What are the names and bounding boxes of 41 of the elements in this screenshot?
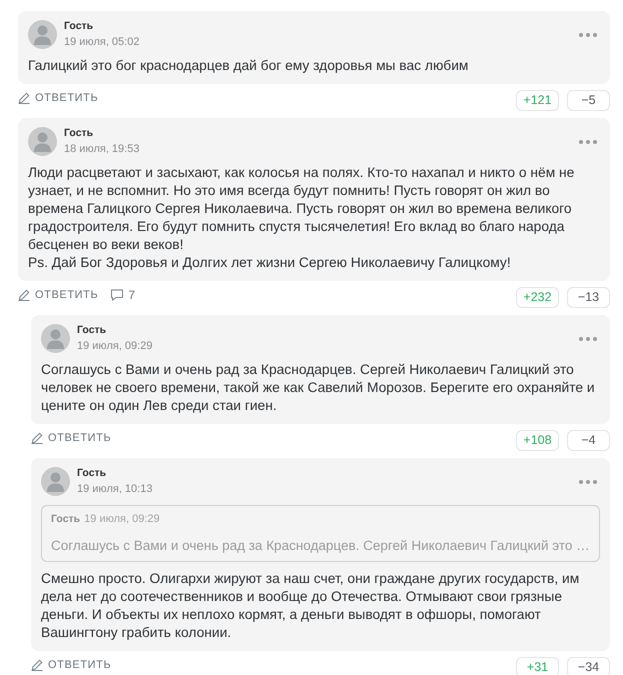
avatar-icon	[28, 127, 57, 156]
more-options-icon[interactable]	[579, 140, 597, 144]
avatar-icon	[28, 20, 57, 49]
more-options-icon[interactable]	[579, 480, 597, 484]
pencil-icon	[18, 92, 30, 104]
upvote-button[interactable]: +232	[516, 287, 559, 308]
downvote-button[interactable]: −34	[567, 657, 610, 675]
reply-button[interactable]: ОТВЕТИТЬ	[18, 92, 98, 104]
downvote-button[interactable]: −13	[567, 287, 610, 308]
pencil-icon	[31, 432, 43, 444]
speech-bubble-icon	[110, 288, 124, 300]
author-name: Гость	[64, 20, 94, 33]
comment-date: 19 июля, 09:29	[77, 339, 152, 353]
more-options-icon[interactable]	[579, 337, 597, 341]
quote-text: Соглашусь с Вами и очень рад за Краснодарцев. Сергей Николаевич Галицкий это …	[51, 537, 590, 555]
more-options-icon[interactable]	[579, 33, 597, 37]
comment-text: Галицкий это бог краснодарцев дай бог ему здоровья мы вас любим	[28, 57, 470, 75]
comment-text: Смешно просто. Олигархи жируют за наш счет, они граждане других государств, им дела нет до соотечественников и вообще до Отечества. Отмывают свои грязные деньги. И объекты их неплохо кормят, а деньги выводят в офшоры, помогают Вашингтону грабить колонии.	[41, 570, 580, 642]
comment-text: Люди расцветают и засыхают, как колосья на полях. Кто-то нахапал и никто о нём не узнает, и не вспомнит. Но это имя всегда будут помнить! Пусть говорят он жил во времена Галицкого Сергея Николаевича. Пусть говорят он жил во времена великого градостроителя. Его будут помнить спустя тысячелетия! Его вклад во благо народа бесценен во веки веков! Ps. Дай Бог Здоровья и Долгих лет жизни Сергею Николаевичу Галицкому!	[28, 164, 576, 272]
downvote-button[interactable]: −4	[567, 430, 610, 451]
replies-count-button[interactable]: 7	[110, 288, 136, 302]
author-name: Гость	[64, 127, 94, 140]
comment-date: 19 июля, 05:02	[64, 35, 140, 49]
reply-button[interactable]: ОТВЕТИТЬ	[31, 432, 112, 444]
author-name: Гость	[77, 467, 108, 480]
upvote-button[interactable]: +121	[516, 90, 559, 111]
quote-author: Гость	[51, 512, 80, 526]
pencil-icon	[18, 288, 30, 300]
avatar-icon	[41, 467, 70, 496]
comment-text: Соглашусь с Вами и очень рад за Краснодарцев. Сергей Николаевич Галицкий это человек не своего времени, такой же как Савелий Морозов. Берегите его охраняйте и цените он один Лев среди стаи гиен.	[41, 361, 596, 415]
pencil-icon	[31, 658, 43, 670]
reply-button[interactable]: ОТВЕТИТЬ	[18, 288, 98, 300]
avatar-icon	[41, 324, 70, 353]
downvote-button[interactable]: −5	[567, 90, 610, 111]
upvote-button[interactable]: +108	[516, 430, 559, 451]
reply-button[interactable]: ОТВЕТИТЬ	[31, 658, 112, 670]
upvote-button[interactable]: +31	[516, 657, 559, 675]
comment-date: 18 июля, 19:53	[64, 142, 140, 156]
author-name: Гость	[77, 324, 108, 337]
quote-date: 19 июля, 09:29	[84, 512, 160, 526]
comment-date: 19 июля, 10:13	[77, 482, 152, 496]
